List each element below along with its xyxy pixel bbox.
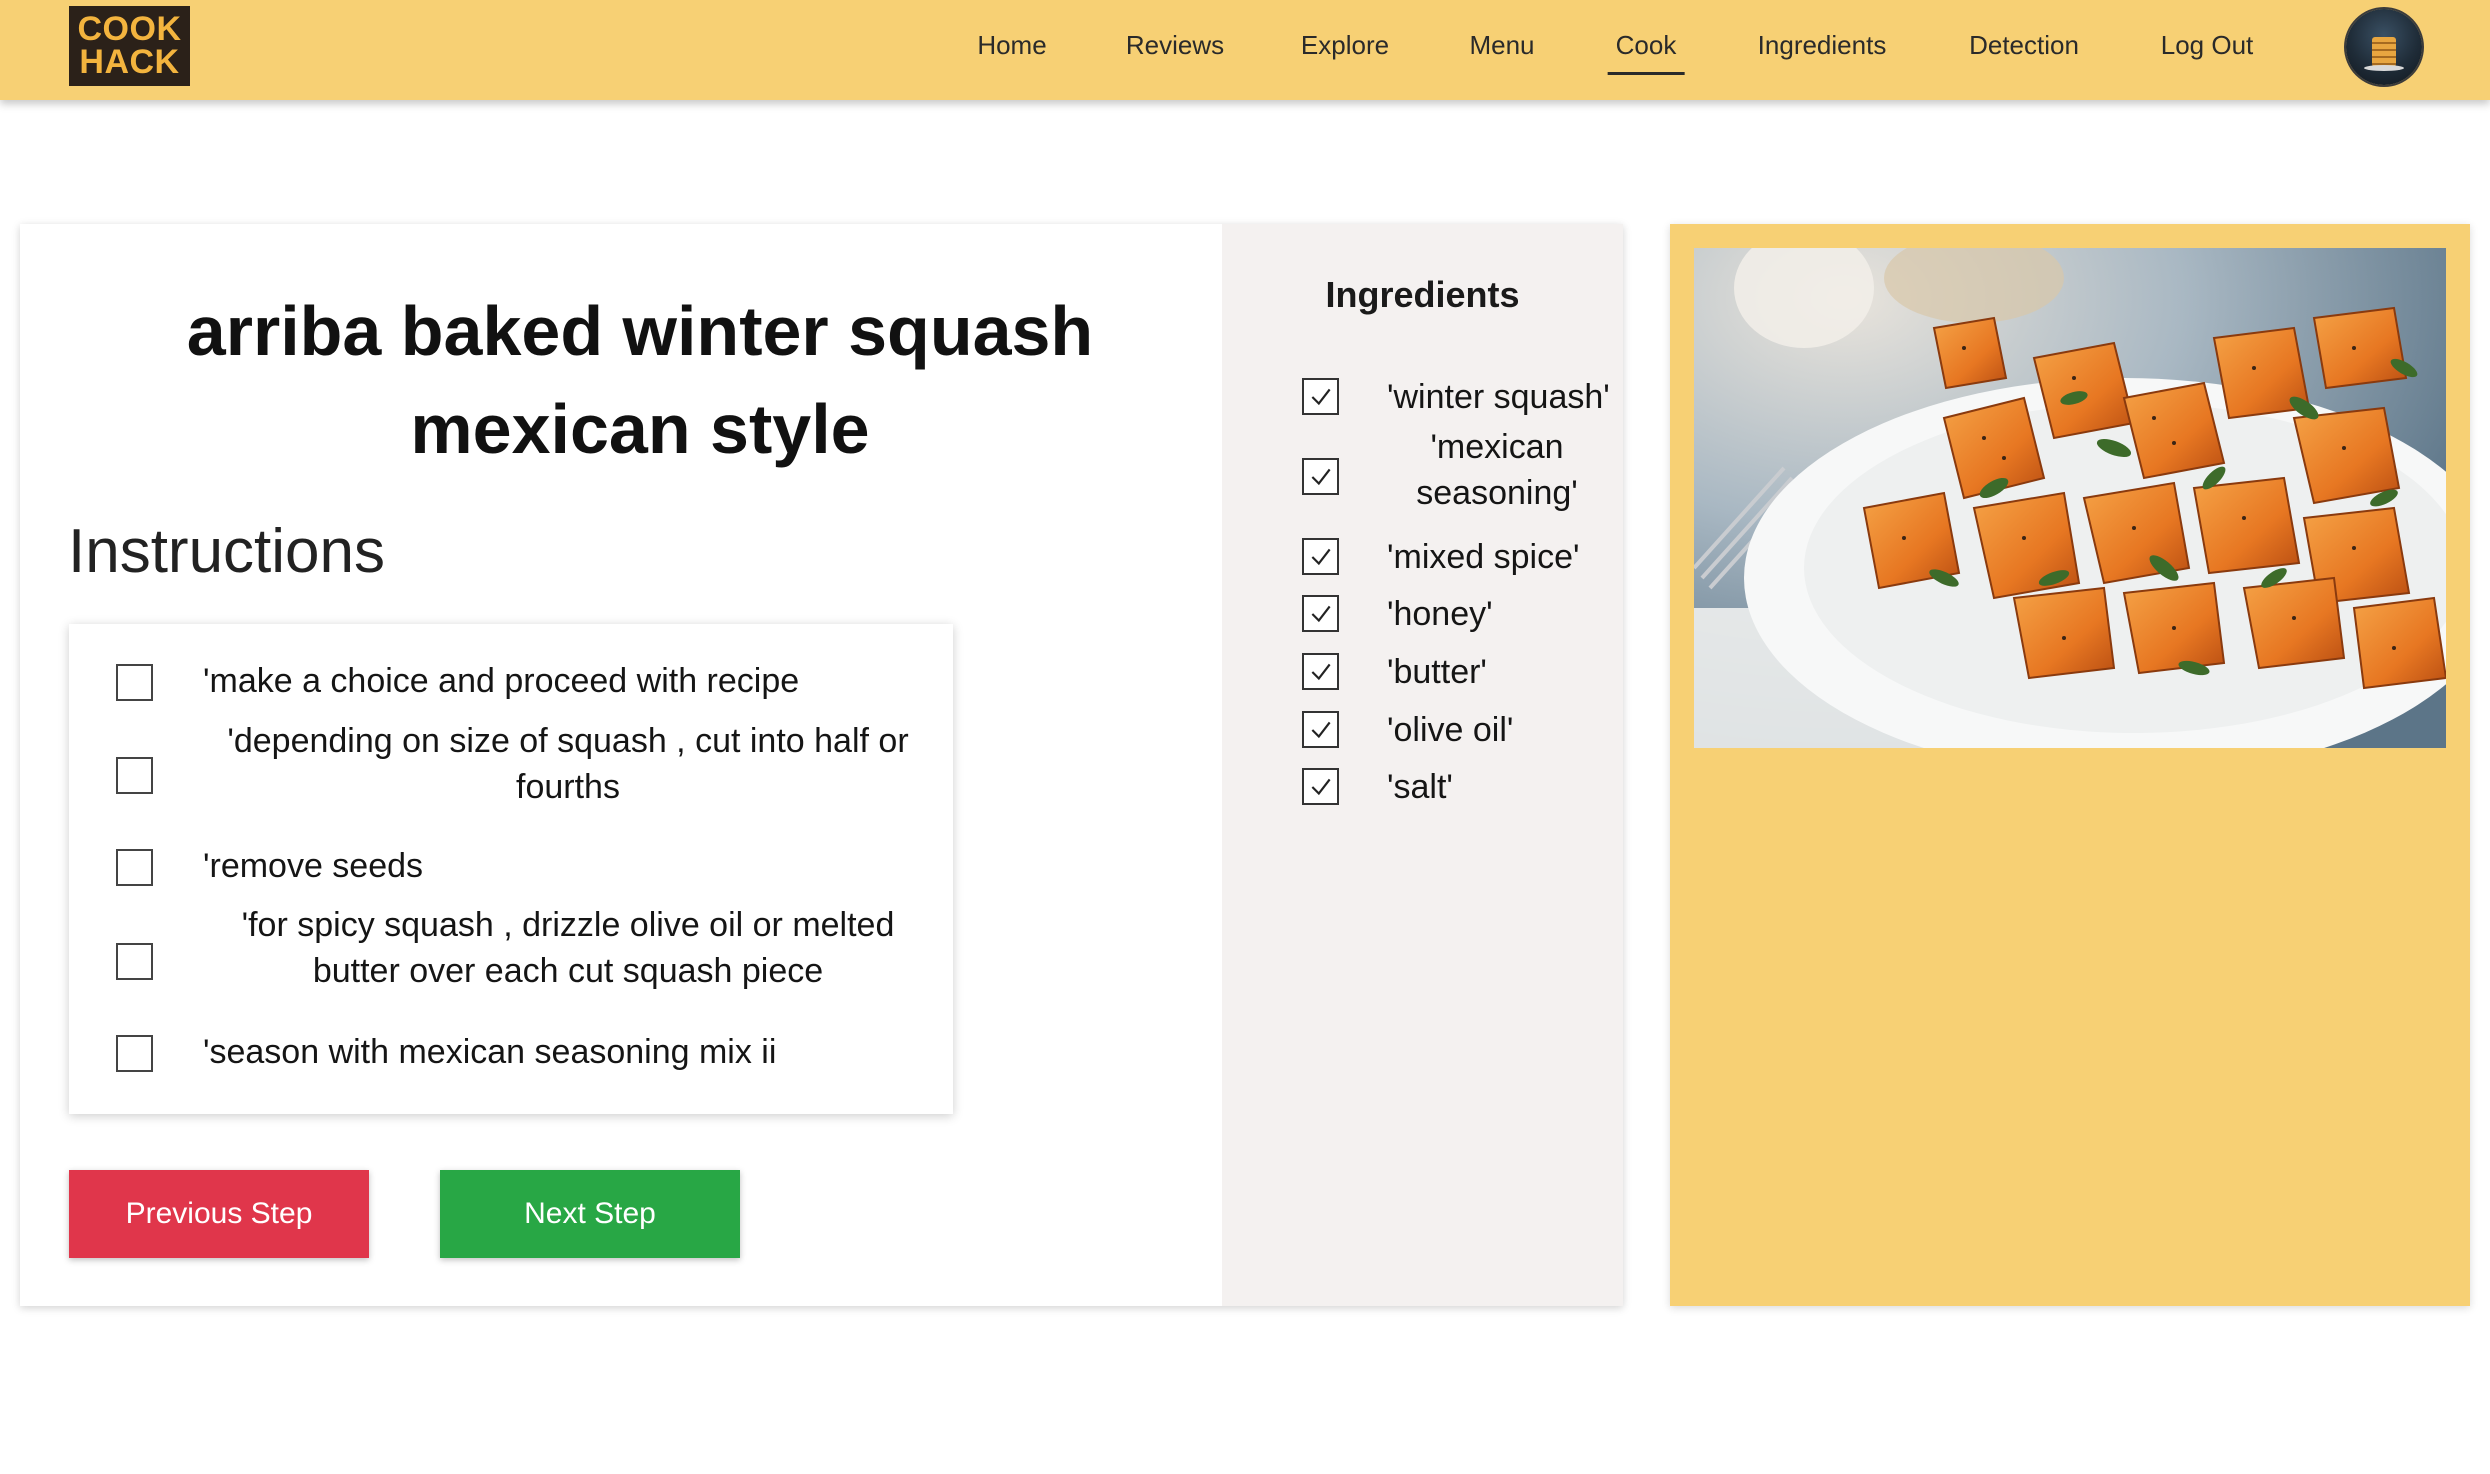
check-mark-icon: [1311, 663, 1331, 680]
nav-links: Home Reviews Explore Menu Cook Ingredien…: [0, 0, 2490, 100]
check-mark-icon: [1311, 468, 1331, 485]
top-navbar: COOK HACK Home Reviews Explore Menu Cook…: [0, 0, 2490, 100]
ingredient-name: 'salt': [1387, 768, 1453, 806]
ingredient-checkbox[interactable]: [1302, 458, 1339, 495]
instruction-steps-list: 'make a choice and proceed with recipe '…: [69, 624, 953, 1114]
nav-menu[interactable]: Menu: [1469, 30, 1534, 61]
ingredient-name: 'mixed spice': [1387, 538, 1580, 576]
ingredients-heading: Ingredients: [1325, 274, 1520, 315]
check-mark-icon: [1311, 721, 1331, 738]
previous-step-button[interactable]: Previous Step: [69, 1170, 369, 1258]
check-mark-icon: [1311, 388, 1331, 405]
nav-cook[interactable]: Cook: [1607, 30, 1685, 75]
roasted-squash-photo: [1694, 248, 2446, 748]
step-checkbox[interactable]: [116, 849, 153, 886]
nav-detection[interactable]: Detection: [1969, 30, 2079, 61]
nav-home[interactable]: Home: [977, 30, 1046, 61]
step-checkbox[interactable]: [116, 664, 153, 701]
ingredient-name: 'honey': [1387, 595, 1493, 633]
ingredient-name: 'olive oil': [1387, 711, 1514, 749]
user-avatar[interactable]: [2346, 9, 2422, 85]
pancake-stack-icon: [2372, 37, 2396, 67]
ingredient-checkbox[interactable]: [1302, 768, 1339, 805]
check-mark-icon: [1311, 605, 1331, 622]
ingredient-checkbox[interactable]: [1302, 711, 1339, 748]
ingredient-name: 'mexican seasoning': [1416, 428, 1578, 512]
ingredients-panel: Ingredients 'winter squash' 'mexican sea…: [1222, 224, 1623, 1306]
nav-log-out[interactable]: Log Out: [2161, 30, 2254, 61]
step-text: 'depending on size of squash , cut into …: [227, 722, 909, 806]
ingredient-checkbox[interactable]: [1302, 595, 1339, 632]
nav-reviews[interactable]: Reviews: [1126, 30, 1224, 61]
nav-ingredients[interactable]: Ingredients: [1758, 30, 1887, 61]
roasted-squash-illustration: [1694, 248, 2446, 748]
ingredient-name: 'butter': [1387, 653, 1487, 691]
nav-explore[interactable]: Explore: [1301, 30, 1389, 61]
step-text: 'season with mexican seasoning mix ii: [203, 1033, 777, 1071]
check-mark-icon: [1311, 778, 1331, 795]
check-mark-icon: [1311, 548, 1331, 565]
step-checkbox[interactable]: [116, 1035, 153, 1072]
step-text: 'make a choice and proceed with recipe: [203, 662, 800, 700]
step-text: 'for spicy squash , drizzle olive oil or…: [241, 906, 895, 990]
ingredient-name: 'winter squash': [1387, 378, 1610, 416]
ingredient-checkbox[interactable]: [1302, 378, 1339, 415]
ingredient-checkbox[interactable]: [1302, 653, 1339, 690]
plate-icon: [2364, 65, 2404, 71]
step-checkbox[interactable]: [116, 943, 153, 980]
step-text: 'remove seeds: [203, 847, 424, 885]
recipe-image-panel: [1670, 224, 2470, 1306]
recipe-card: arriba baked winter squash mexican style…: [20, 224, 1623, 1306]
instructions-heading: Instructions: [68, 517, 386, 586]
step-checkbox[interactable]: [116, 757, 153, 794]
next-step-button[interactable]: Next Step: [440, 1170, 740, 1258]
ingredient-checkbox[interactable]: [1302, 538, 1339, 575]
recipe-title: arriba baked winter squash mexican style: [186, 292, 1094, 468]
